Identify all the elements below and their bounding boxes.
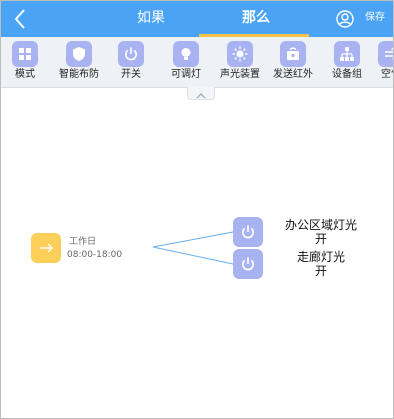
tool-label: 开关 [121, 69, 141, 80]
action-state: 开 [314, 232, 327, 246]
tool-label: 空气 [381, 69, 393, 80]
trigger-node[interactable] [31, 233, 61, 263]
header-bar: 如果 那么 保存 [1, 1, 393, 37]
infrared-icon [280, 41, 306, 67]
tool-label: 发送红外 [273, 69, 313, 80]
tool-dimmable-light[interactable]: 可调灯 [158, 41, 214, 85]
tool-mode[interactable]: 模式 [1, 41, 53, 85]
tool-label: 模式 [15, 69, 35, 80]
air-icon [378, 41, 393, 67]
tool-label: 可调灯 [171, 69, 201, 80]
user-circle-icon [336, 10, 354, 28]
power-icon [242, 225, 254, 239]
action-node-office-light[interactable] [233, 217, 263, 247]
tab-then[interactable]: 那么 [221, 1, 291, 37]
chevron-up-icon [196, 93, 206, 99]
device-toolbar: 模式 智能布防 开关 可调灯 声光装置 发送红外 设备组 空 [1, 37, 393, 88]
grid-icon [12, 41, 38, 67]
trigger-name: 工作日 [69, 237, 97, 247]
action-node-corridor-light[interactable] [233, 249, 263, 279]
tool-air[interactable]: 空气 [363, 41, 393, 85]
power-icon [242, 257, 254, 271]
chevron-left-icon [14, 9, 25, 29]
connector-line-1 [152, 231, 234, 248]
action-label-office-light: 办公区域灯光 开 [271, 218, 371, 246]
tool-switch[interactable]: 开关 [103, 41, 159, 85]
trigger-time: 08:00-18:00 [67, 250, 123, 260]
action-state: 开 [314, 264, 327, 278]
action-device-name: 走廊灯光 [296, 250, 345, 264]
connector-line-2 [152, 246, 234, 265]
tool-label: 智能布防 [59, 69, 99, 80]
collapse-toolbar-button[interactable] [187, 87, 215, 100]
tab-if[interactable]: 如果 [121, 1, 181, 37]
tool-sound-light[interactable]: 声光装置 [212, 41, 268, 85]
back-button[interactable] [11, 7, 31, 31]
bulb-icon [173, 41, 199, 67]
app-frame: 如果 那么 保存 模式 智能布防 开关 可调灯 声光装置 发送红外 设备组 空 … [0, 0, 394, 419]
arrow-right-icon [40, 243, 53, 253]
save-button[interactable]: 保存 [365, 10, 385, 26]
tool-smart-arm[interactable]: 智能布防 [51, 41, 107, 85]
tool-label: 声光装置 [220, 69, 260, 80]
power-icon [118, 41, 144, 67]
action-label-corridor-light: 走廊灯光 开 [271, 250, 371, 278]
shield-icon [66, 41, 92, 67]
action-device-name: 办公区域灯光 [284, 218, 357, 232]
tool-send-infrared[interactable]: 发送红外 [265, 41, 321, 85]
alarm-icon [227, 41, 253, 67]
user-button[interactable] [335, 9, 355, 29]
network-icon [334, 41, 360, 67]
